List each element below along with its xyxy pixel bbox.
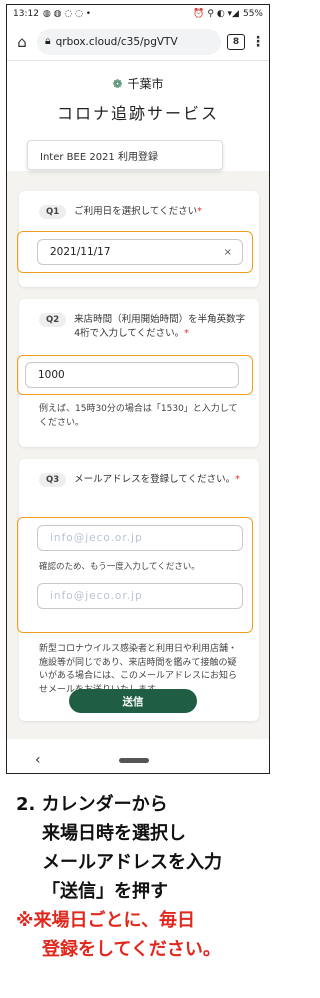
instruction-caption: 2. カレンダーから 来場日時を選択し メールアドレスを入力 「送信」を押す ※… (16, 790, 272, 964)
question-card-q2: Q2 来店時間（利用開始時間）を半角英数字4桁で入力してください。* 1000 … (17, 299, 259, 447)
city-title: ❁ 千葉市 (7, 75, 269, 92)
browser-toolbar: ⌂ 🔒︎ qrbox.cloud/c35/pgVTV 8 ⋮ (7, 23, 269, 61)
city-name: 千葉市 (127, 77, 164, 91)
caption-warning-1: ※来場日ごとに、毎日 (16, 910, 195, 931)
caption-line-2: 来場日時を選択し (42, 823, 186, 844)
caption-warning-2: 登録をしてください。 (42, 939, 221, 960)
tab-switcher-button[interactable]: 8 (227, 33, 245, 50)
home-icon[interactable]: ⌂ (13, 33, 31, 51)
question-text: メールアドレスを登録してください。* (74, 474, 240, 485)
caption-line-3: メールアドレスを入力 (42, 852, 222, 873)
question-card-q1: Q1 ご利用日を選択してください* 2021/11/17 × (17, 191, 259, 287)
submit-button[interactable]: 送信 (69, 689, 197, 713)
event-title: Inter BEE 2021 利用登録 (27, 140, 223, 170)
email-confirm-input[interactable]: info@jeco.or.jp (37, 583, 243, 609)
lock-icon: 🔒︎ (45, 35, 51, 47)
url-text: qrbox.cloud/c35/pgVTV (55, 35, 178, 48)
status-bar: 13:12 ◍ ◍ ◌ ◌ • ⏰ ⚲ ◐ ▾◢ 55% (7, 5, 269, 23)
time-input[interactable]: 1000 (25, 362, 239, 388)
email-input[interactable]: info@jeco.or.jp (37, 525, 243, 551)
email-confirm-label: 確認のため、もう一度入力してください。 (39, 562, 200, 572)
battery-level: 55% (242, 9, 263, 19)
back-icon[interactable]: ‹ (35, 752, 41, 768)
time-input-hint: 例えば、15時30分の場合は「1530」と入力してください。 (39, 404, 238, 428)
question-text: 来店時間（利用開始時間）を半角英数字4桁で入力してください。* (74, 314, 246, 339)
caption-line-4: 「送信」を押す (42, 881, 168, 902)
page-content: ❁ 千葉市 コロナ追跡サービス Inter BEE 2021 利用登録 Q1 ご… (7, 61, 269, 739)
city-emblem-icon: ❁ (112, 76, 123, 91)
more-menu-icon[interactable]: ⋮ (251, 34, 265, 50)
address-bar[interactable]: 🔒︎ qrbox.cloud/c35/pgVTV (37, 28, 221, 55)
question-tag: Q1 (39, 205, 67, 220)
service-title: コロナ追跡サービス (56, 104, 219, 123)
clear-icon[interactable]: × (224, 247, 232, 258)
home-gesture-pill[interactable] (119, 758, 149, 763)
question-tag: Q3 (39, 473, 67, 488)
system-nav-bar: ‹ (7, 747, 269, 773)
status-time: 13:12 (13, 9, 39, 19)
page-header: ❁ 千葉市 コロナ追跡サービス Inter BEE 2021 利用登録 (7, 61, 269, 171)
caption-line-1: 2. カレンダーから (16, 794, 168, 815)
question-tag: Q2 (39, 313, 67, 328)
system-icons: ⏰ ⚲ ◐ ▾◢ (193, 9, 239, 19)
question-card-q3: Q3 メールアドレスを登録してください。* info@jeco.or.jp 確認… (17, 459, 259, 721)
notification-icons: ◍ ◍ ◌ ◌ • (42, 9, 92, 19)
date-input[interactable]: 2021/11/17 × (37, 239, 243, 265)
question-text: ご利用日を選択してください* (74, 206, 202, 217)
phone-screenshot: 13:12 ◍ ◍ ◌ ◌ • ⏰ ⚲ ◐ ▾◢ 55% ⌂ 🔒︎ qrbox.… (6, 4, 270, 774)
